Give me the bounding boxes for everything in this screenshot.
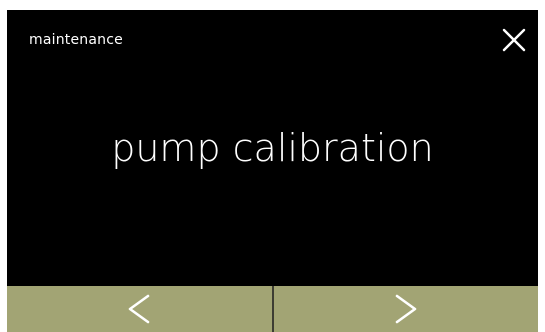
chevron-right-icon xyxy=(395,294,417,324)
close-icon xyxy=(502,28,526,52)
navigation-bar xyxy=(7,286,538,332)
previous-button[interactable] xyxy=(7,286,272,332)
next-button[interactable] xyxy=(273,286,538,332)
menu-item-label: pump calibration xyxy=(111,126,434,170)
chevron-left-icon xyxy=(128,294,150,324)
close-button[interactable] xyxy=(498,24,530,56)
page-title: maintenance xyxy=(29,32,123,48)
display-screen: maintenance pump calibration xyxy=(7,10,538,332)
